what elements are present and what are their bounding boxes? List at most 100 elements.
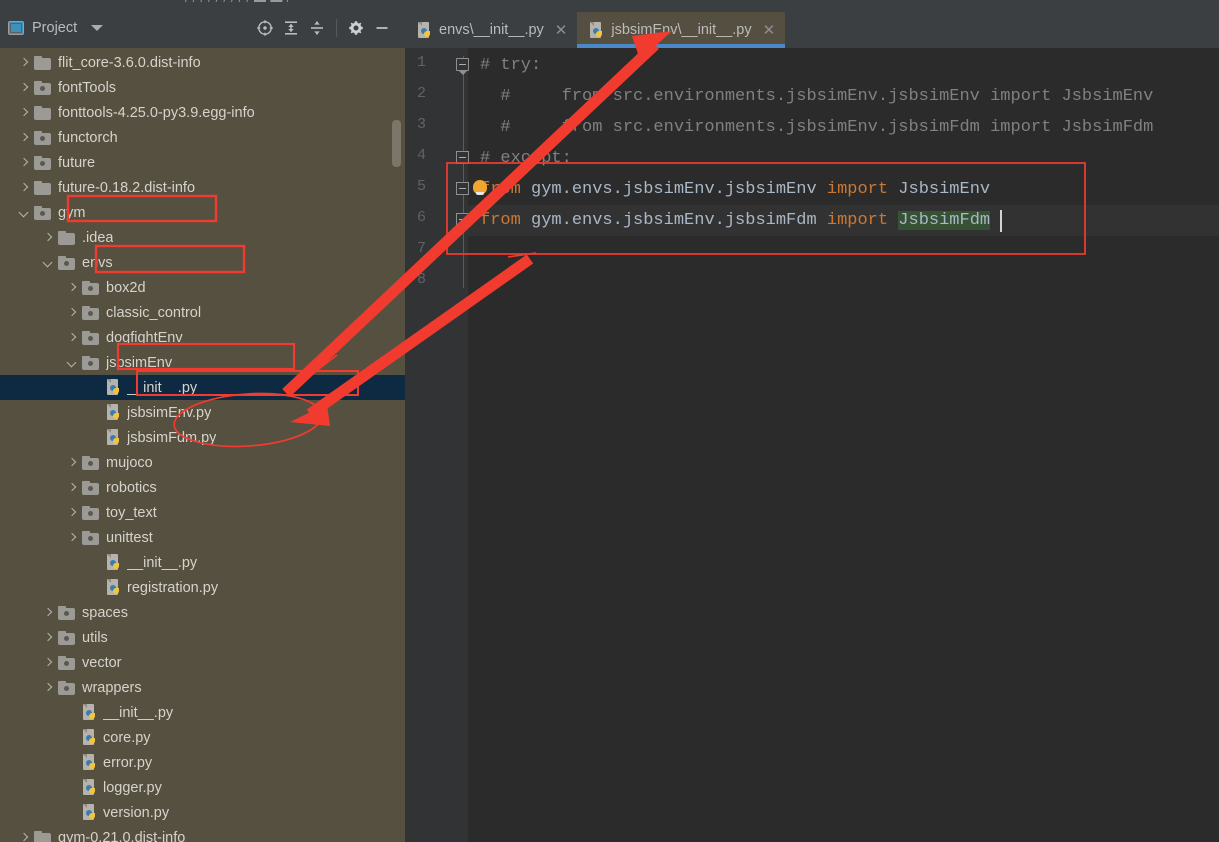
tree-folder-row[interactable]: gym [0, 200, 405, 225]
tree-folder-row[interactable]: fonttools-4.25.0-py3.9.egg-info [0, 100, 405, 125]
chevron-right-icon[interactable] [18, 57, 30, 69]
tree-item-label: functorch [58, 129, 118, 146]
code-line[interactable]: # from src.environments.jsbsimEnv.jsbsim… [468, 112, 1153, 143]
chevron-right-icon[interactable] [18, 107, 30, 119]
tree-folder-row[interactable]: vector [0, 650, 405, 675]
tree-item-label: logger.py [103, 779, 162, 796]
code-line[interactable]: # except: [468, 143, 572, 174]
chevron-right-icon[interactable] [18, 157, 30, 169]
chevron-right-icon[interactable] [42, 232, 54, 244]
chevron-down-icon[interactable] [91, 25, 104, 31]
tree-no-arrow [90, 407, 102, 419]
tree-folder-row[interactable]: box2d [0, 275, 405, 300]
tree-item-label: .idea [82, 229, 114, 246]
folder-package-icon [34, 80, 51, 95]
tree-item-label: classic_control [106, 304, 202, 321]
project-panel-icon [8, 21, 24, 35]
hide-panel-icon[interactable] [369, 15, 395, 41]
tree-folder-row[interactable]: spaces [0, 600, 405, 625]
tree-file-row[interactable]: registration.py [0, 575, 405, 600]
chevron-right-icon[interactable] [18, 82, 30, 94]
tree-folder-row[interactable]: classic_control [0, 300, 405, 325]
chevron-right-icon[interactable] [66, 282, 78, 294]
code-line[interactable]: # from src.environments.jsbsimEnv.jsbsim… [468, 81, 1153, 112]
tree-folder-row[interactable]: mujoco [0, 450, 405, 475]
tree-file-row[interactable]: jsbsimEnv.py [0, 400, 405, 425]
tree-folder-row[interactable]: envs [0, 250, 405, 275]
chevron-right-icon[interactable] [18, 832, 30, 842]
tree-folder-row[interactable]: fontTools [0, 75, 405, 100]
select-opened-file-icon[interactable] [252, 15, 278, 41]
tree-folder-row[interactable]: functorch [0, 125, 405, 150]
settings-gear-icon[interactable] [343, 15, 369, 41]
chevron-right-icon[interactable] [66, 307, 78, 319]
tree-folder-row[interactable]: future [0, 150, 405, 175]
tree-file-row[interactable]: __init__.py [0, 700, 405, 725]
tree-folder-row[interactable]: wrappers [0, 675, 405, 700]
chevron-right-icon[interactable] [66, 482, 78, 494]
chevron-right-icon[interactable] [66, 532, 78, 544]
expand-all-icon[interactable] [278, 15, 304, 41]
tree-item-label: vector [82, 654, 122, 671]
folder-package-icon [58, 630, 75, 645]
code-editor[interactable]: 1 2 3 4 5 6 7 8 # try: # from src.environments.… [405, 48, 1219, 842]
editor-code-area[interactable]: # try: # from src.environments.jsbsimEnv… [468, 48, 1219, 842]
tree-item-label: __init__.py [127, 554, 198, 571]
fold-guide-line [463, 56, 464, 288]
code-line[interactable]: # try: [468, 50, 541, 81]
chevron-right-icon[interactable] [42, 632, 54, 644]
tree-folder-row[interactable]: unittest [0, 525, 405, 550]
folder-icon [34, 55, 51, 70]
chevron-right-icon[interactable] [42, 607, 54, 619]
tree-file-row[interactable]: __init__.py [0, 550, 405, 575]
code-line[interactable] [468, 267, 480, 298]
collapse-all-icon[interactable] [304, 15, 330, 41]
tree-item-label: dogfightEnv [106, 329, 183, 346]
chevron-right-icon[interactable] [66, 457, 78, 469]
code-line[interactable] [468, 236, 480, 267]
python-file-icon [82, 729, 97, 746]
tree-folder-row[interactable]: flit_core-3.6.0.dist-info [0, 50, 405, 75]
chevron-right-icon[interactable] [42, 657, 54, 669]
tree-folder-row[interactable]: robotics [0, 475, 405, 500]
chevron-right-icon[interactable] [42, 682, 54, 694]
editor-gutter[interactable]: 1 2 3 4 5 6 7 8 [405, 48, 469, 842]
close-icon[interactable]: ✕ [555, 23, 568, 38]
project-tree[interactable]: flit_core-3.6.0.dist-info fontTools fontto… [0, 48, 405, 842]
chevron-right-icon[interactable] [18, 132, 30, 144]
tree-file-row[interactable]: logger.py [0, 775, 405, 800]
chevron-down-icon[interactable] [66, 357, 78, 369]
line-number: 4 [416, 147, 426, 164]
intention-bulb-icon[interactable] [473, 180, 487, 195]
chevron-down-icon[interactable] [18, 207, 30, 219]
tree-file-row[interactable]: core.py [0, 725, 405, 750]
code-line[interactable]: from gym.envs.jsbsimEnv.jsbsimFdm import… [468, 205, 1219, 236]
project-title-group[interactable]: Project [0, 20, 104, 36]
tree-file-row[interactable]: __init__.py [0, 375, 405, 400]
close-icon[interactable]: ✕ [763, 23, 776, 38]
code-token: JsbsimEnv [888, 180, 991, 199]
folder-package-icon [58, 680, 75, 695]
python-file-icon [106, 554, 121, 571]
chevron-down-icon[interactable] [42, 257, 54, 269]
tree-folder-row[interactable]: dogfightEnv [0, 325, 405, 350]
chevron-right-icon[interactable] [66, 332, 78, 344]
tree-folder-row[interactable]: future-0.18.2.dist-info [0, 175, 405, 200]
chevron-right-icon[interactable] [18, 182, 30, 194]
chevron-right-icon[interactable] [66, 507, 78, 519]
tree-folder-row[interactable]: gym-0.21.0.dist-info [0, 825, 405, 842]
tree-folder-row[interactable]: toy_text [0, 500, 405, 525]
tab-jsbsimenv-init-py[interactable]: jsbsimEnv\__init__.py ✕ [577, 12, 786, 48]
tab-envs-init-py[interactable]: envs\__init__.py ✕ [405, 12, 577, 48]
folder-package-icon [82, 355, 99, 370]
code-line[interactable]: from gym.envs.jsbsimEnv.jsbsimEnv import… [468, 174, 990, 205]
tree-file-row[interactable]: jsbsimFdm.py [0, 425, 405, 450]
tree-file-row[interactable]: error.py [0, 750, 405, 775]
line-number: 8 [416, 271, 426, 288]
tree-folder-row[interactable]: .idea [0, 225, 405, 250]
line-number: 7 [416, 240, 426, 257]
tree-folder-row[interactable]: utils [0, 625, 405, 650]
tree-item-label: jsbsimEnv [106, 354, 173, 371]
tree-folder-row[interactable]: jsbsimEnv [0, 350, 405, 375]
tree-file-row[interactable]: version.py [0, 800, 405, 825]
